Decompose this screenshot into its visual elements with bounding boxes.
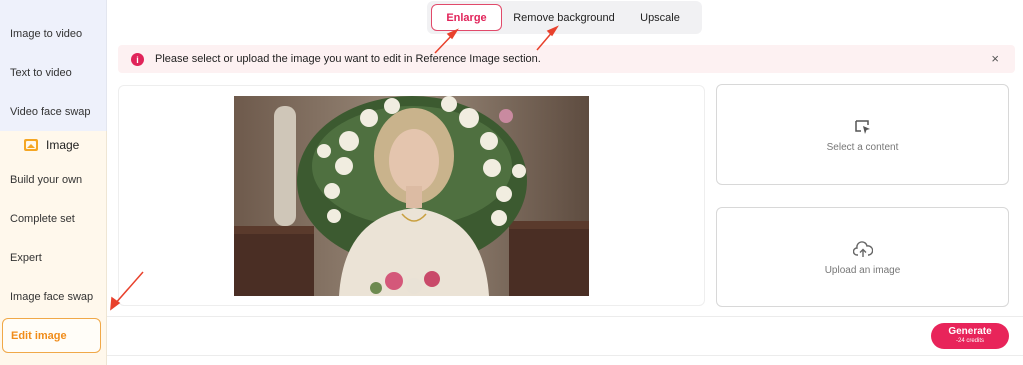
sidebar-item-video-face-swap[interactable]: Video face swap — [10, 105, 91, 119]
edit-mode-tabs: Enlarge Remove background Upscale — [427, 1, 702, 34]
generate-label: Generate — [948, 326, 992, 337]
info-icon: i — [131, 53, 144, 66]
tab-upscale[interactable]: Upscale — [625, 4, 695, 31]
tab-enlarge[interactable]: Enlarge — [431, 4, 502, 31]
sidebar-item-edit-image[interactable]: Edit image — [2, 318, 101, 353]
cloud-upload-icon — [852, 241, 873, 257]
sidebar-item-text-to-video[interactable]: Text to video — [10, 66, 72, 80]
preview-image — [234, 96, 589, 296]
sidebar-item-build-your-own[interactable]: Build your own — [10, 173, 82, 187]
sidebar-section-label: Image — [46, 138, 80, 152]
portrait-illustration — [234, 96, 589, 296]
footer-divider — [107, 316, 1023, 317]
sidebar-item-complete-set[interactable]: Complete set — [10, 212, 75, 226]
select-content-label: Select a content — [826, 142, 899, 153]
sidebar-item-expert[interactable]: Expert — [10, 251, 42, 265]
upload-image-label: Upload an image — [824, 265, 901, 276]
sidebar: Image to video Text to video Video face … — [0, 0, 107, 365]
cursor-select-icon — [854, 120, 870, 134]
sidebar-item-image-face-swap[interactable]: Image face swap — [10, 290, 93, 304]
sidebar-item-label: Edit image — [11, 329, 67, 342]
close-icon[interactable]: × — [991, 51, 999, 66]
footer-bottom-divider — [107, 355, 1023, 356]
sidebar-section-image: Image — [24, 138, 79, 152]
notice-banner: i Please select or upload the image you … — [118, 45, 1015, 73]
generate-button[interactable]: Generate -24 credits — [931, 323, 1009, 349]
upload-image-box[interactable]: Upload an image — [716, 207, 1009, 307]
tab-remove-background[interactable]: Remove background — [509, 4, 619, 31]
select-content-box[interactable]: Select a content — [716, 84, 1009, 185]
sidebar-item-image-to-video[interactable]: Image to video — [10, 27, 82, 41]
notice-text: Please select or upload the image you wa… — [155, 53, 541, 65]
credits-label: -24 credits — [955, 338, 984, 344]
image-icon — [24, 139, 38, 151]
